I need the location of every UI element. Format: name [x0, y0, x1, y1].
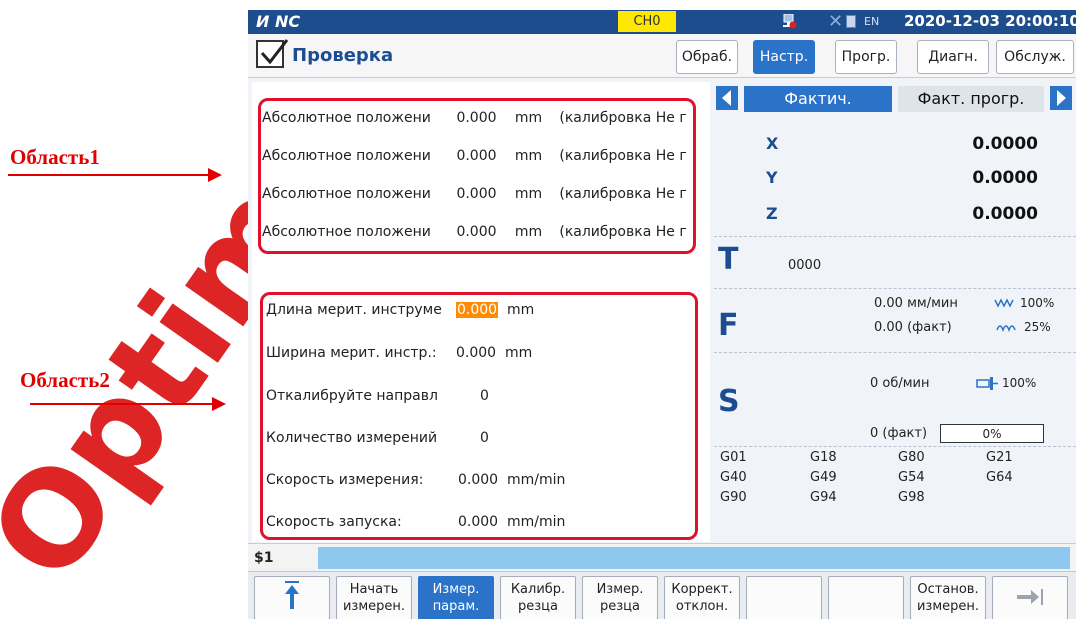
close-icon[interactable]: ✕ — [828, 11, 843, 32]
softkey-correct-deviation[interactable]: Коррект. отклон. — [664, 576, 740, 619]
annotation-arrow-1 — [8, 168, 222, 182]
cnc-screen: Ͷ NC CH0 ✕ EN 2020-12-03 20:00:10 Провер… — [248, 10, 1076, 619]
rapid-override: 25% — [1024, 320, 1051, 334]
gcode: G49 — [810, 470, 837, 485]
divider — [714, 446, 1076, 447]
gcode: G18 — [810, 450, 837, 465]
arrow-right-end-icon — [1017, 589, 1043, 605]
tab-diagnostics[interactable]: Диагн. — [917, 40, 989, 74]
divider — [714, 352, 1076, 353]
command-prompt: $1 — [254, 550, 274, 566]
annotation-area2: Область2 — [20, 368, 110, 392]
spindle-label: S — [718, 384, 740, 419]
title-bar: Проверка Обраб. Настр. Прогр. Диагн. Обс… — [248, 34, 1076, 78]
tab-actual-program[interactable]: Факт. прогр. — [898, 86, 1044, 112]
softkey-bar: Начать измерен. Измер. парам. Калибр. резца… — [248, 571, 1076, 619]
brand-logo: Ͷ NC — [256, 12, 301, 31]
spindle-load-value: 0% — [982, 427, 1002, 441]
checkmark-icon — [256, 39, 289, 68]
feed-override-icon — [994, 298, 1014, 308]
softkey-start-measure[interactable]: Начать измерен. — [336, 576, 412, 619]
channel-indicator[interactable]: CH0 — [618, 11, 676, 32]
divider — [714, 288, 1076, 289]
gcode: G98 — [898, 490, 925, 505]
tool-value: 0000 — [788, 258, 822, 273]
network-error-icon — [783, 14, 797, 29]
gcode: G01 — [720, 450, 747, 465]
keyboard-layout-icon — [846, 15, 856, 28]
gcode: G54 — [898, 470, 925, 485]
axis-y-value: 0.0000 — [972, 168, 1038, 188]
axis-x-value: 0.0000 — [972, 134, 1038, 154]
gcode: G80 — [898, 450, 925, 465]
axis-z-label: Z — [766, 204, 778, 223]
spindle-override: 100% — [1002, 376, 1037, 390]
arrow-right-icon[interactable] — [1050, 86, 1072, 110]
tab-program[interactable]: Прогр. — [835, 40, 897, 74]
datetime: 2020-12-03 20:00:10 — [904, 12, 1076, 30]
tab-maintenance[interactable]: Обслуж. — [996, 40, 1074, 74]
gcode: G64 — [986, 470, 1013, 485]
spindle-load-bar: 0% — [940, 424, 1044, 443]
axis-y-label: Y — [766, 168, 778, 187]
area2-highlight — [260, 292, 698, 540]
divider — [714, 236, 1076, 237]
softkey-up[interactable] — [254, 576, 330, 619]
page-title: Проверка — [292, 45, 394, 66]
measurement-panel: Абсолютное положени 0.000 mm (калибровка… — [252, 82, 710, 542]
spindle-override-icon — [976, 377, 998, 390]
status-bar: Ͷ NC CH0 ✕ EN 2020-12-03 20:00:10 — [248, 10, 1076, 34]
gcode: G21 — [986, 450, 1013, 465]
spindle-command: 0 об/мин — [870, 376, 930, 391]
softkey-empty[interactable] — [828, 576, 904, 619]
feed-actual: 0.00 (факт) — [874, 320, 952, 335]
area1-highlight — [258, 98, 696, 254]
gcode: G90 — [720, 490, 747, 505]
tab-machining[interactable]: Обраб. — [676, 40, 738, 74]
feed-override: 100% — [1020, 296, 1055, 310]
axis-z-value: 0.0000 — [972, 204, 1038, 224]
softkey-measure-cutter[interactable]: Измер. резца — [582, 576, 658, 619]
command-input[interactable] — [318, 547, 1070, 569]
annotation-arrow-2 — [30, 397, 226, 411]
arrow-left-icon[interactable] — [716, 86, 738, 110]
rapid-override-icon — [996, 325, 1016, 332]
softkey-calibrate-cutter[interactable]: Калибр. резца — [500, 576, 576, 619]
feed-command: 0.00 мм/мин — [874, 296, 958, 311]
feed-label: F — [718, 308, 739, 343]
annotation-area1: Область1 — [10, 145, 100, 169]
axis-x-label: X — [766, 134, 779, 153]
softkey-next[interactable] — [992, 576, 1068, 619]
softkey-empty[interactable] — [746, 576, 822, 619]
softkey-stop-measure[interactable]: Останов. измерен. — [910, 576, 986, 619]
softkey-measure-params[interactable]: Измер. парам. — [418, 576, 494, 619]
gcode: G94 — [810, 490, 837, 505]
command-bar: $1 — [248, 543, 1076, 571]
tab-setup[interactable]: Настр. — [753, 40, 815, 74]
tab-actual[interactable]: Фактич. — [744, 86, 892, 112]
status-panel: Фактич. Факт. прогр. X 0.0000 Y 0.0000 Z… — [714, 82, 1076, 542]
arrow-up-icon — [285, 581, 299, 609]
gcode: G40 — [720, 470, 747, 485]
tool-label: T — [718, 242, 739, 277]
spindle-actual: 0 (факт) — [870, 426, 928, 441]
language-indicator[interactable]: EN — [864, 15, 879, 28]
